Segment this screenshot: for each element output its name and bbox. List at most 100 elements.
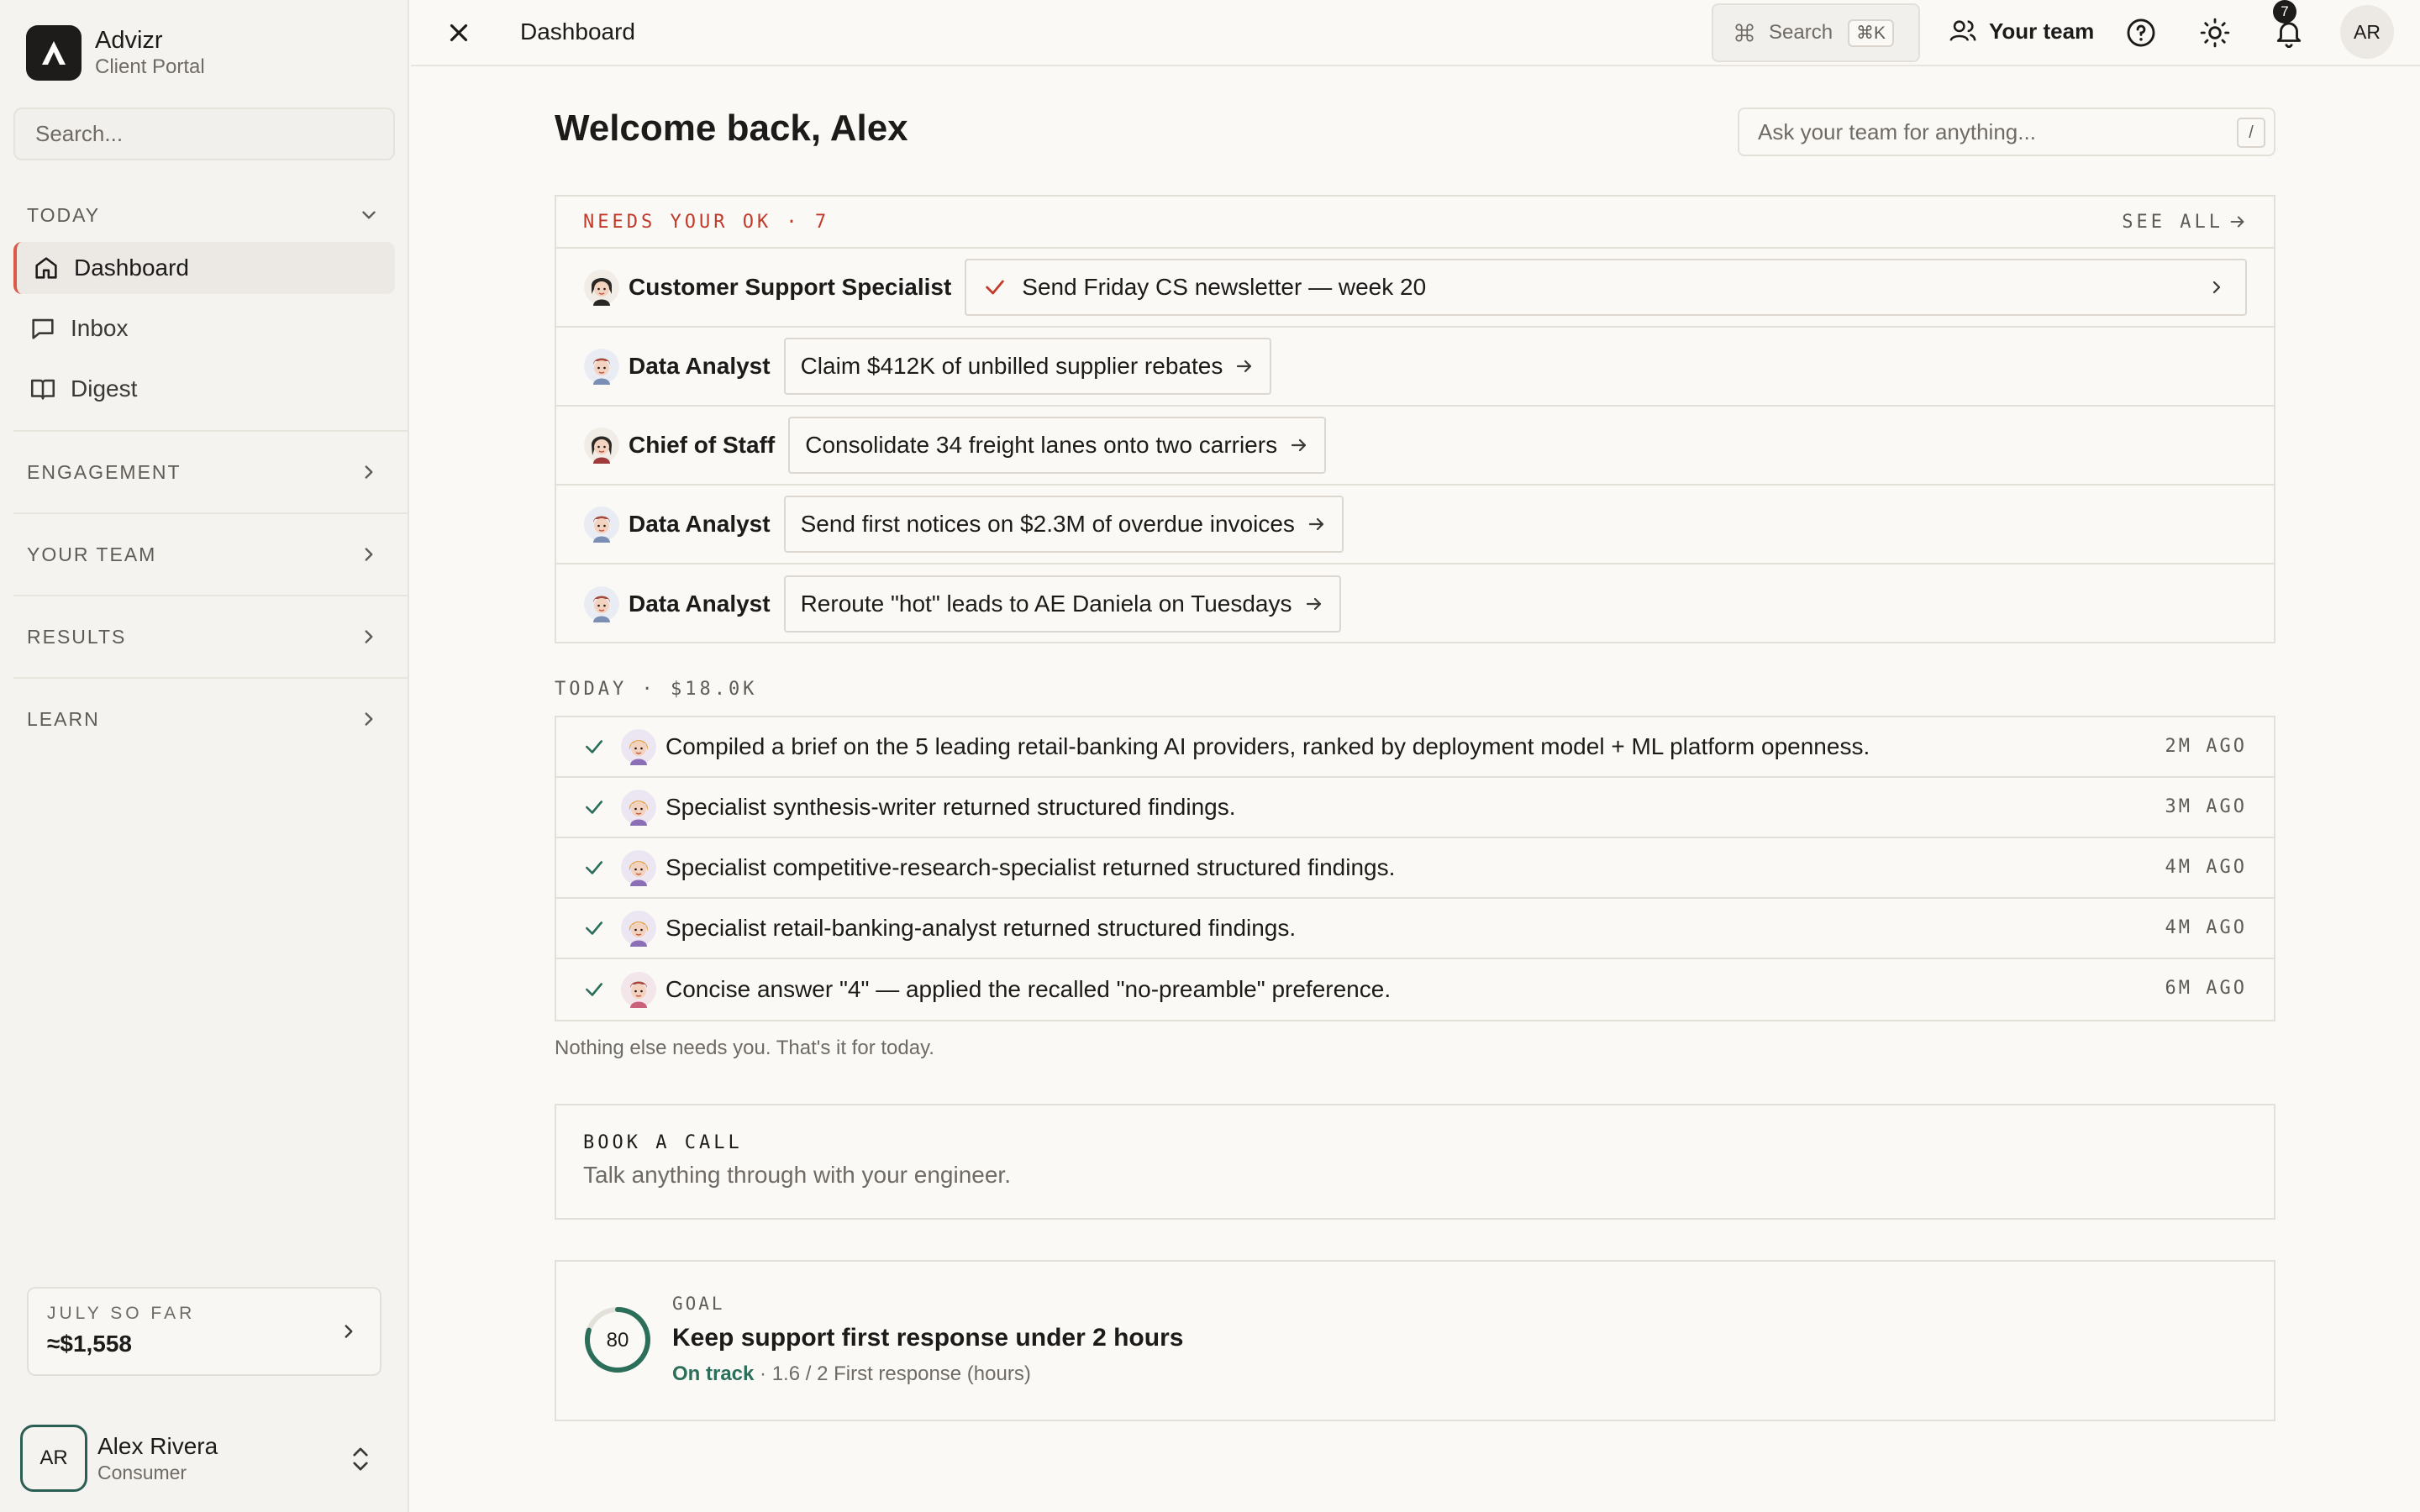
section-engagement[interactable]: ENGAGEMENT — [27, 455, 380, 489]
user-name: Alex Rivera — [97, 1432, 218, 1459]
agent-avatar-icon — [621, 850, 656, 886]
chevron-right-icon — [365, 630, 373, 643]
agent-role: Data Analyst — [629, 591, 771, 617]
global-search-button[interactable]: Search ⌘K — [1712, 3, 1920, 62]
activity-text: Specialist synthesis-writer returned str… — [666, 794, 1236, 820]
search-label: Search — [1769, 21, 1833, 44]
goal-card[interactable]: 80 GOAL Keep support first response unde… — [555, 1260, 2275, 1421]
sidebar-item-digest[interactable]: Digest — [13, 363, 395, 415]
divider — [13, 595, 408, 596]
goal-detail: · 1.6 / 2 First response (hours) — [754, 1362, 1031, 1385]
section-today-label: TODAY — [27, 203, 101, 226]
task-label: Send Friday CS newsletter — week 20 — [1022, 274, 1427, 300]
see-all-link[interactable]: SEE ALL — [2122, 212, 2247, 233]
welcome-heading: Welcome back, Alex — [555, 108, 908, 149]
chevron-right-icon — [365, 712, 373, 726]
chevron-up-down-icon — [353, 1447, 368, 1471]
check-icon — [586, 921, 602, 935]
check-icon — [986, 280, 1005, 295]
activity-row[interactable]: Specialist synthesis-writer returned str… — [556, 778, 2274, 838]
arrow-right-icon — [1237, 360, 1252, 373]
book-call-subtitle: Talk anything through with your engineer… — [583, 1162, 1011, 1188]
arrow-right-icon — [1291, 438, 1307, 452]
section-learn[interactable]: LEARN — [27, 702, 380, 736]
agent-avatar-icon — [584, 428, 619, 464]
section-your-team-label: YOUR TEAM — [27, 543, 157, 565]
sidebar-item-label: Dashboard — [74, 255, 189, 281]
help-icon[interactable] — [2125, 17, 2157, 49]
section-results-label: RESULTS — [27, 625, 127, 648]
divider — [13, 677, 408, 679]
check-icon — [586, 983, 602, 996]
needs-your-ok-card: NEEDS YOUR OK · 7 SEE ALL Customer Suppo… — [555, 195, 2275, 643]
book-call-label: BOOK A CALL — [583, 1132, 743, 1153]
activity-row[interactable]: Compiled a brief on the 5 leading retail… — [556, 717, 2274, 778]
sidebar: Advizr Client Portal Search... TODAY Das… — [0, 0, 409, 1512]
activity-time: 4M AGO — [2165, 857, 2247, 878]
sun-icon[interactable] — [2199, 17, 2231, 49]
page-title: Dashboard — [520, 18, 635, 45]
sidebar-item-dashboard[interactable]: Dashboard — [13, 242, 395, 294]
agent-avatar-icon — [584, 270, 619, 306]
arrow-right-icon — [2230, 216, 2244, 228]
book-call-card[interactable]: BOOK A CALL Talk anything through with y… — [555, 1104, 2275, 1220]
agent-avatar-icon — [621, 972, 656, 1008]
approval-task-button[interactable]: Claim $412K of unbilled supplier rebates — [783, 338, 1272, 395]
activity-text: Concise answer "4" — applied the recalle… — [666, 976, 1392, 1002]
topbar: Dashboard Search ⌘K Your team 7 AR — [411, 0, 2420, 66]
activity-time: 4M AGO — [2165, 917, 2247, 938]
home-icon — [35, 257, 57, 279]
agent-avatar-icon — [621, 729, 656, 765]
brand[interactable]: Advizr Client Portal — [26, 25, 205, 81]
check-icon — [586, 801, 602, 814]
user-menu[interactable]: AR Alex Rivera Consumer — [20, 1425, 390, 1492]
spend-summary-card[interactable]: JULY SO FAR ≈$1,558 — [27, 1287, 381, 1376]
arrow-right-icon — [1308, 517, 1324, 531]
agent-role: Data Analyst — [629, 353, 771, 379]
agent-role: Customer Support Specialist — [629, 274, 952, 300]
section-results[interactable]: RESULTS — [27, 620, 380, 654]
section-today[interactable]: TODAY — [27, 198, 380, 232]
activity-row[interactable]: Specialist retail-banking-analyst return… — [556, 899, 2274, 959]
ask-team-input[interactable]: Ask your team for anything... / — [1738, 108, 2275, 156]
agent-avatar-icon — [584, 349, 619, 385]
activity-text: Specialist competitive-research-speciali… — [666, 854, 1396, 880]
chevron-right-icon — [345, 1325, 353, 1338]
goal-progress-value: 80 — [607, 1329, 629, 1352]
check-icon — [586, 861, 602, 874]
activity-card: Compiled a brief on the 5 leading retail… — [555, 716, 2275, 1021]
task-label: Reroute "hot" leads to AE Daniela on Tue… — [800, 591, 1292, 617]
chevron-right-icon — [2212, 281, 2221, 294]
activity-row[interactable]: Specialist competitive-research-speciali… — [556, 838, 2274, 899]
agent-role: Chief of Staff — [629, 432, 776, 458]
nothing-else-note: Nothing else needs you. That's it for to… — [555, 1037, 934, 1059]
arrow-right-icon — [1306, 597, 1321, 611]
sidebar-item-label: Inbox — [71, 315, 129, 341]
close-icon[interactable] — [445, 18, 473, 47]
chevron-down-icon — [362, 211, 376, 219]
sidebar-search-input[interactable]: Search... — [13, 108, 395, 160]
your-team-label: Your team — [1989, 18, 2095, 44]
your-team-button[interactable]: Your team — [1949, 17, 2094, 45]
avatar[interactable]: AR — [2340, 5, 2394, 59]
approval-task-button[interactable]: Reroute "hot" leads to AE Daniela on Tue… — [783, 575, 1341, 633]
spend-value: ≈$1,558 — [47, 1331, 133, 1357]
user-role: Consumer — [97, 1461, 187, 1483]
task-label: Consolidate 34 freight lanes onto two ca… — [805, 432, 1278, 458]
activity-row[interactable]: Concise answer "4" — applied the recalle… — [556, 959, 2274, 1020]
agent-role: Data Analyst — [629, 511, 771, 537]
users-icon — [1949, 20, 1976, 41]
activity-time: 2M AGO — [2165, 736, 2247, 757]
approval-row: Data Analyst Send first notices on $2.3M… — [556, 486, 2274, 564]
section-learn-label: LEARN — [27, 707, 100, 730]
approval-task-button[interactable]: Send Friday CS newsletter — week 20 — [965, 259, 2247, 316]
spend-label: JULY SO FAR — [47, 1304, 196, 1323]
goal-status: On track — [672, 1362, 755, 1385]
approval-task-button[interactable]: Consolidate 34 freight lanes onto two ca… — [788, 417, 1327, 474]
sidebar-item-inbox[interactable]: Inbox — [13, 302, 395, 354]
app-subtitle: Client Portal — [95, 55, 205, 78]
notification-badge: 7 — [2273, 0, 2296, 24]
section-your-team[interactable]: YOUR TEAM — [27, 538, 380, 571]
approval-row: Data Analyst Claim $412K of unbilled sup… — [556, 328, 2274, 407]
approval-task-button[interactable]: Send first notices on $2.3M of overdue i… — [783, 496, 1344, 553]
